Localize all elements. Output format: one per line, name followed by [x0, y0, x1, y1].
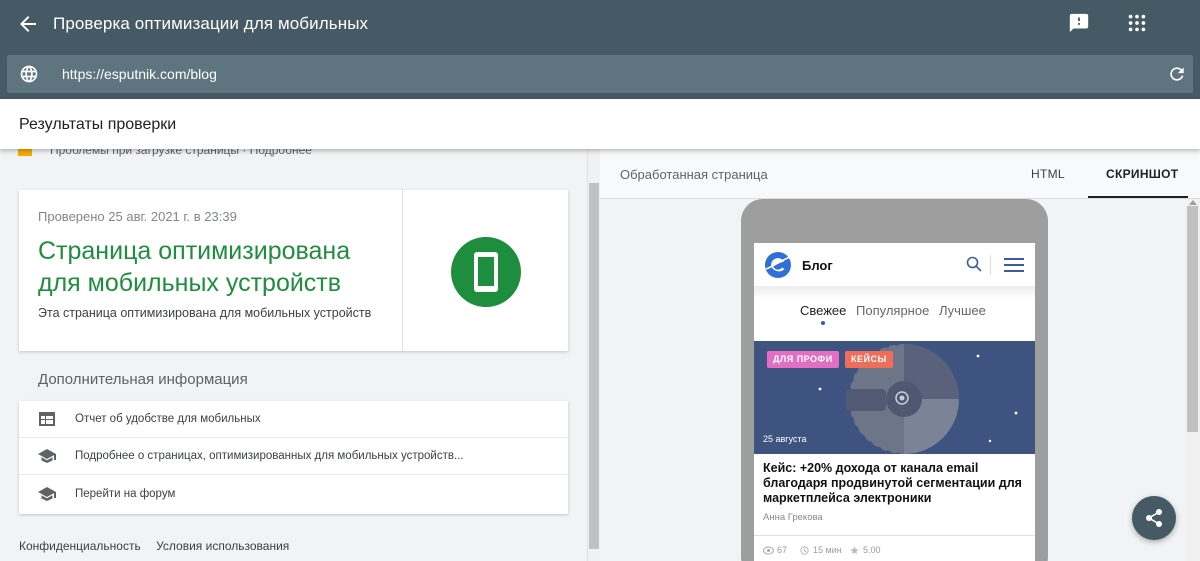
rating: 5.00 — [849, 545, 881, 555]
views-count: 67 — [763, 545, 787, 555]
status-headline: Страница оптимизирована для мобильных ус… — [38, 237, 351, 297]
scroll-up-arrow-icon[interactable] — [1189, 200, 1197, 205]
blog-tab-popular[interactable]: Популярное — [856, 303, 929, 318]
warning-icon — [18, 149, 32, 156]
terms-link[interactable]: Условия использования — [156, 539, 289, 553]
feedback-icon[interactable] — [1068, 12, 1090, 34]
page-loading-issues-row[interactable]: Проблемы при загрузке страницы · Подробн… — [18, 149, 312, 157]
apps-grid-icon[interactable] — [1126, 12, 1148, 34]
rendered-page-label: Обработанная страница — [620, 167, 768, 182]
share-icon — [1146, 509, 1162, 527]
url-input[interactable]: https://esputnik.com/blog — [7, 55, 1193, 93]
phone-screenshot: Блог Свежее Популярное Лучшее ДЛЯ ПРОФИ … — [754, 243, 1035, 561]
mobile-friendly-status-card: Проверено 25 авг. 2021 г. в 23:39 Страни… — [19, 190, 568, 351]
views-value: 67 — [777, 545, 788, 555]
checked-timestamp: Проверено 25 авг. 2021 г. в 23:39 — [38, 209, 237, 224]
list-item-label: Подробнее о страницах, оптимизированных … — [75, 450, 464, 462]
more-info-list: Отчет об удобстве для мобильных Подробне… — [19, 401, 568, 514]
list-item-forum[interactable]: Перейти на форум — [19, 476, 568, 513]
list-item-mobile-usability-report[interactable]: Отчет об удобстве для мобильных — [19, 401, 568, 438]
app-title: Проверка оптимизации для мобильных — [53, 14, 369, 33]
read-time-value: 15 мин — [813, 545, 842, 555]
more-info-title: Дополнительная информация — [38, 371, 248, 388]
blog-header: Блог — [754, 243, 1035, 287]
list-item-learn-more[interactable]: Подробнее о страницах, оптимизированных … — [19, 438, 568, 475]
school-icon — [38, 449, 56, 463]
app-bar: Проверка оптимизации для мобильных https… — [0, 0, 1200, 99]
esputnik-logo-icon — [765, 252, 791, 278]
rating-value: 5.00 — [863, 545, 881, 555]
tab-screenshot[interactable]: СКРИНШОТ — [1106, 167, 1178, 181]
read-time: 15 мин — [799, 545, 842, 555]
list-item-label: Перейти на форум — [75, 488, 176, 500]
blog-tab-fresh[interactable]: Свежее — [800, 303, 846, 318]
badge-cases[interactable]: КЕЙСЫ — [845, 351, 893, 368]
web-report-icon — [39, 412, 55, 426]
status-subtitle: Эта страница оптимизирована для мобильны… — [38, 306, 372, 320]
star-icon — [850, 546, 859, 555]
results-title: Результаты проверки — [19, 116, 177, 133]
footer-links: Конфиденциальность Условия использования — [19, 539, 301, 553]
eye-icon — [763, 546, 774, 555]
active-tab-indicator — [1088, 196, 1188, 198]
refresh-icon[interactable] — [1167, 64, 1187, 84]
active-tab-dot — [821, 321, 825, 325]
blog-tab-best[interactable]: Лучшее — [939, 303, 986, 318]
article-hero-image[interactable]: ДЛЯ ПРОФИ КЕЙСЫ 25 августа — [754, 341, 1035, 454]
search-icon[interactable] — [966, 256, 982, 272]
mobile-friendly-phone-icon — [451, 237, 521, 307]
article-divider — [754, 535, 1035, 536]
blog-title: Блог — [802, 258, 833, 273]
school-icon — [38, 487, 56, 501]
tab-html[interactable]: HTML — [1031, 167, 1065, 181]
clock-icon — [800, 546, 809, 555]
list-item-label: Отчет об удобстве для мобильных — [75, 413, 261, 425]
results-panel: Проблемы при загрузке страницы · Подробн… — [0, 149, 600, 561]
article-date: 25 августа — [763, 434, 807, 444]
url-text[interactable]: https://esputnik.com/blog — [62, 66, 217, 82]
share-button[interactable] — [1132, 496, 1176, 540]
badge-pro[interactable]: ДЛЯ ПРОФИ — [767, 351, 839, 368]
preview-tabs-bar: Обработанная страница HTML СКРИНШОТ — [600, 149, 1200, 199]
globe-icon — [20, 65, 38, 83]
card-divider — [402, 190, 403, 351]
left-scrollbar-thumb[interactable] — [589, 183, 599, 549]
header-separator — [990, 255, 991, 275]
hamburger-menu-icon[interactable] — [1004, 258, 1024, 272]
article-author: Анна Грекова — [763, 512, 823, 523]
blog-tabs: Свежее Популярное Лучшее — [754, 287, 1035, 339]
article-title[interactable]: Кейс: +20% дохода от канала email благод… — [763, 461, 1029, 506]
back-arrow-icon[interactable] — [16, 12, 40, 36]
loading-issues-text: Проблемы при загрузке страницы · Подробн… — [50, 149, 312, 157]
privacy-link[interactable]: Конфиденциальность — [19, 539, 141, 553]
results-header: Результаты проверки — [0, 99, 1200, 149]
right-scrollbar-thumb[interactable] — [1187, 206, 1198, 432]
